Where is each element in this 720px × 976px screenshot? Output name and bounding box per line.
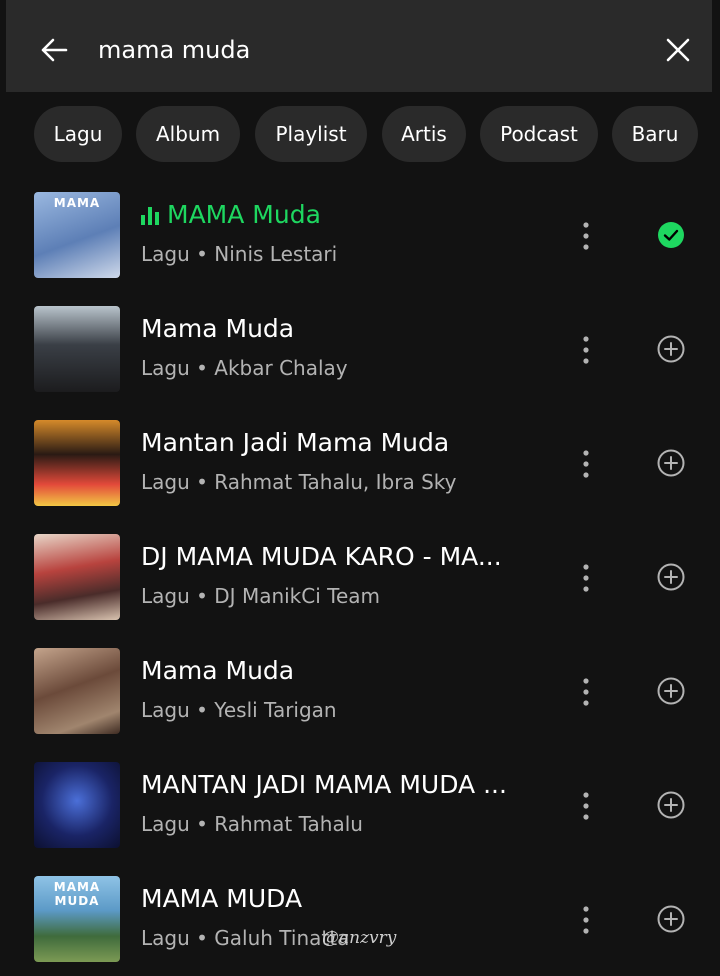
filter-chip-baru[interactable]: Baru [612, 106, 698, 162]
track-subtitle: Lagu • DJ ManikCi Team [141, 584, 381, 608]
add-to-library-button[interactable] [652, 558, 690, 596]
more-vertical-icon [583, 564, 589, 592]
track-title: Mama Muda [141, 314, 295, 343]
plus-circle-icon [657, 905, 685, 933]
list-item[interactable]: MAMA MAMA Muda Lagu • Ninis Lestari [0, 178, 720, 292]
list-item[interactable]: DJ MAMA MUDA KARO - MA... Lagu • DJ Mani… [0, 520, 720, 634]
track-subtitle: Lagu • Yesli Tarigan [141, 698, 337, 722]
album-cover: MAMA [34, 192, 120, 278]
check-circle-icon [658, 222, 684, 248]
more-options-button[interactable] [570, 786, 602, 826]
track-title: Mama Muda [141, 656, 295, 685]
filter-chip-playlist[interactable]: Playlist [255, 106, 367, 162]
track-subtitle: Lagu • Rahmat Tahalu [141, 812, 363, 836]
track-subtitle: Lagu • Akbar Chalay [141, 356, 348, 380]
search-input[interactable] [98, 28, 618, 72]
album-cover: MAMA MUDA [34, 876, 120, 962]
more-options-button[interactable] [570, 216, 602, 256]
filter-chips: Lagu Album Playlist Artis Podcast Baru [0, 106, 720, 162]
more-vertical-icon [583, 222, 589, 250]
add-to-library-button[interactable] [652, 786, 690, 824]
plus-circle-icon [657, 563, 685, 591]
list-item[interactable]: Mama Muda Lagu • Akbar Chalay [0, 292, 720, 406]
more-options-button[interactable] [570, 672, 602, 712]
plus-circle-icon [657, 677, 685, 705]
clear-search-button[interactable] [658, 30, 698, 70]
more-options-button[interactable] [570, 444, 602, 484]
album-cover [34, 420, 120, 506]
more-vertical-icon [583, 336, 589, 364]
plus-circle-icon [657, 791, 685, 819]
track-title: Mantan Jadi Mama Muda [141, 428, 450, 457]
more-vertical-icon [583, 678, 589, 706]
track-subtitle: Lagu • Rahmat Tahalu, Ibra Sky [141, 470, 457, 494]
track-title: MAMA Muda [141, 200, 541, 229]
album-cover [34, 306, 120, 392]
filter-chip-podcast[interactable]: Podcast [480, 106, 598, 162]
list-item[interactable]: Mantan Jadi Mama Muda Lagu • Rahmat Taha… [0, 406, 720, 520]
more-options-button[interactable] [570, 558, 602, 598]
filter-chip-lagu[interactable]: Lagu [34, 106, 122, 162]
plus-circle-icon [657, 335, 685, 363]
track-title: MANTAN JADI MAMA MUDA ... [141, 770, 507, 799]
search-bar [6, 0, 712, 92]
add-to-library-button[interactable] [652, 444, 690, 482]
more-options-button[interactable] [570, 900, 602, 940]
filter-chip-artis[interactable]: Artis [382, 106, 466, 162]
album-cover [34, 648, 120, 734]
more-vertical-icon [583, 906, 589, 934]
list-item[interactable]: MAMA MUDA MAMA MUDA Lagu • Galuh Tinatta [0, 862, 720, 976]
add-to-library-button[interactable] [652, 672, 690, 710]
list-item[interactable]: MANTAN JADI MAMA MUDA ... Lagu • Rahmat … [0, 748, 720, 862]
watermark: @anzvry [322, 928, 397, 948]
now-playing-icon [141, 207, 161, 225]
album-cover [34, 762, 120, 848]
added-check-button[interactable] [652, 216, 690, 254]
more-vertical-icon [583, 792, 589, 820]
filter-chip-album[interactable]: Album [136, 106, 240, 162]
more-options-button[interactable] [570, 330, 602, 370]
back-button[interactable] [34, 30, 74, 70]
plus-circle-icon [657, 449, 685, 477]
add-to-library-button[interactable] [652, 900, 690, 938]
track-title: DJ MAMA MUDA KARO - MA... [141, 542, 502, 571]
more-vertical-icon [583, 450, 589, 478]
add-to-library-button[interactable] [652, 330, 690, 368]
album-cover [34, 534, 120, 620]
close-icon [666, 38, 690, 62]
arrow-left-icon [41, 38, 68, 62]
track-subtitle: Lagu • Ninis Lestari [141, 242, 338, 266]
track-title: MAMA MUDA [141, 884, 303, 913]
list-item[interactable]: Mama Muda Lagu • Yesli Tarigan [0, 634, 720, 748]
